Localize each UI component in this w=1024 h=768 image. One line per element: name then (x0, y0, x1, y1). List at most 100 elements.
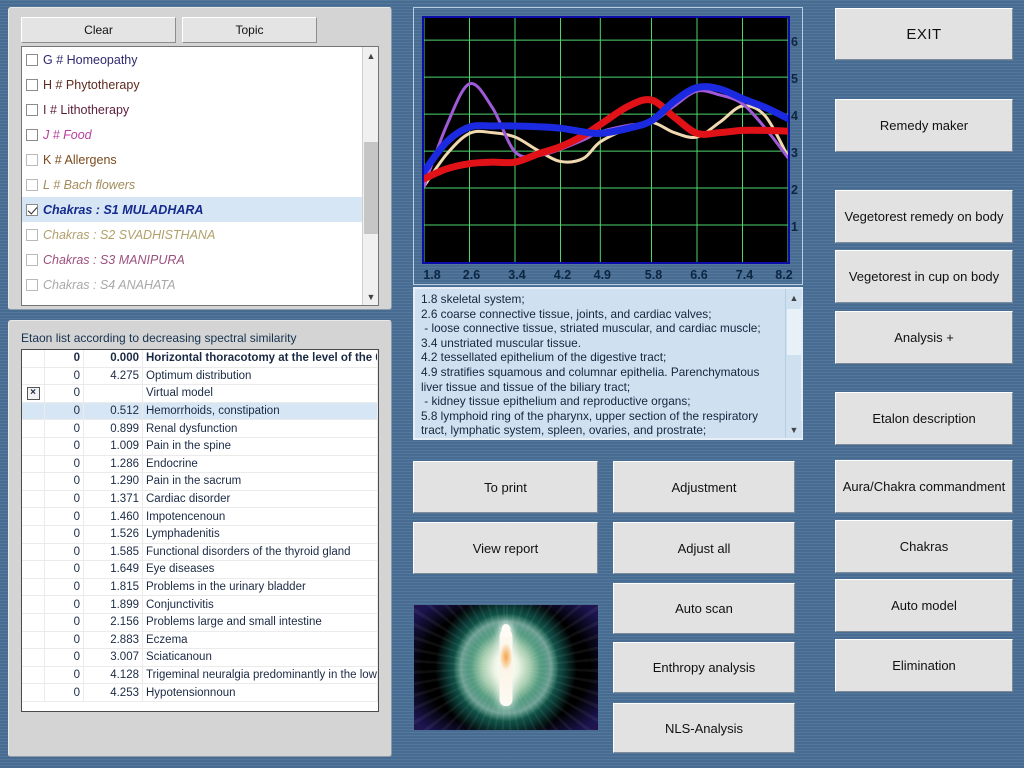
clear-button[interactable]: Clear (21, 17, 176, 43)
row-marker-cell[interactable] (22, 367, 45, 385)
table-row[interactable]: ×0Virtual model (22, 385, 378, 403)
chevron-up-icon[interactable]: ▲ (363, 47, 379, 64)
aura-body-image[interactable] (414, 605, 598, 730)
checkbox[interactable] (26, 54, 38, 66)
table-row[interactable]: 01.009Pain in the spine (22, 437, 378, 455)
view-report-button[interactable]: View report (413, 522, 598, 574)
table-row[interactable]: 03.007Sciaticanoun (22, 649, 378, 667)
topic-list-item[interactable]: Chakras : S1 MULADHARA (22, 197, 362, 222)
topic-list-item[interactable]: Chakras : S4 ANAHATA (22, 272, 362, 297)
etalon-table-container[interactable]: 00.000Horizontal thoracotomy at the leve… (21, 349, 379, 712)
checkbox[interactable] (26, 79, 38, 91)
checkbox[interactable] (26, 154, 38, 166)
table-row[interactable]: 01.815Problems in the urinary bladder (22, 578, 378, 596)
row-marker-cell[interactable] (22, 684, 45, 702)
table-row[interactable]: 01.899Conjunctivitis (22, 596, 378, 614)
auto-model-button[interactable]: Auto model (835, 579, 1013, 632)
chevron-down-icon[interactable]: ▼ (363, 288, 379, 305)
table-row[interactable]: 04.128Trigeminal neuralgia predominantly… (22, 666, 378, 684)
row-name-cell: Hemorrhoids, constipation (143, 402, 378, 420)
row-marker-cell[interactable] (22, 666, 45, 684)
chakras-button[interactable]: Chakras (835, 520, 1013, 573)
exit-button[interactable]: EXIT (835, 8, 1013, 60)
topic-list-item[interactable]: K # Allergens (22, 147, 362, 172)
adjust-all-button[interactable]: Adjust all (613, 522, 795, 574)
aura-chakra-commandment-button[interactable]: Aura/Chakra commandment (835, 460, 1013, 513)
chevron-down-icon[interactable]: ▼ (786, 421, 802, 438)
table-row[interactable]: 01.585Functional disorders of the thyroi… (22, 543, 378, 561)
row-marker-cell[interactable] (22, 631, 45, 649)
etalon-description-box[interactable]: 1.8 skeletal system; 2.6 coarse connecti… (413, 287, 803, 440)
checkbox[interactable] (26, 279, 38, 291)
spectrum-chart[interactable]: 123456 1.82.63.44.24.95.86.67.48.2 (413, 7, 803, 285)
table-row[interactable]: 02.156Problems large and small intestine (22, 613, 378, 631)
checkbox[interactable] (26, 229, 38, 241)
analysis-plus-button[interactable]: Analysis + (835, 311, 1013, 364)
table-row[interactable]: 02.883Eczema (22, 631, 378, 649)
row-marker-cell[interactable] (22, 508, 45, 526)
topic-list-item-label: G # Homeopathy (43, 53, 138, 67)
checkbox[interactable] (26, 179, 38, 191)
scrollbar-thumb[interactable] (364, 142, 378, 234)
table-row[interactable]: 00.899Renal dysfunction (22, 420, 378, 438)
topic-list-item[interactable]: I # Lithotherapy (22, 97, 362, 122)
checkbox[interactable] (26, 204, 38, 216)
row-marker-cell[interactable] (22, 350, 45, 367)
row-marker-cell[interactable] (22, 613, 45, 631)
etalon-description-button[interactable]: Etalon description (835, 392, 1013, 445)
table-row[interactable]: 01.371Cardiac disorder (22, 490, 378, 508)
chart-plot-area[interactable] (422, 16, 790, 264)
row-marker-cell[interactable] (22, 437, 45, 455)
elimination-button[interactable]: Elimination (835, 639, 1013, 692)
row-marker-cell[interactable] (22, 578, 45, 596)
scrollbar-thumb[interactable] (787, 309, 801, 355)
topic-list-scrollbar[interactable]: ▲ ▼ (362, 47, 378, 305)
row-marker-cell[interactable] (22, 649, 45, 667)
topic-list-item[interactable]: H # Phytotherapy (22, 72, 362, 97)
checkbox[interactable] (26, 254, 38, 266)
row-marker-cell[interactable] (22, 596, 45, 614)
table-row[interactable]: 01.649Eye diseases (22, 561, 378, 579)
nls-analysis-button[interactable]: NLS-Analysis (613, 703, 795, 753)
table-row[interactable]: 04.275Optimum distribution (22, 367, 378, 385)
table-row[interactable]: 01.526Lymphadenitis (22, 525, 378, 543)
checkbox[interactable] (26, 104, 38, 116)
row-marker-cell[interactable] (22, 420, 45, 438)
table-row[interactable]: 01.460Impotencenoun (22, 508, 378, 526)
row-marker-cell[interactable]: × (22, 385, 45, 403)
row-marker-cell[interactable] (22, 455, 45, 473)
vegetorest-remedy-on-body-button[interactable]: Vegetorest remedy on body (835, 190, 1013, 243)
chevron-up-icon[interactable]: ▲ (786, 289, 802, 306)
topic-list-item[interactable]: J # Food (22, 122, 362, 147)
enthropy-analysis-button[interactable]: Enthropy analysis (613, 642, 795, 693)
table-row[interactable]: 01.290Pain in the sacrum (22, 473, 378, 491)
chart-y-tick-label: 4 (791, 109, 798, 123)
row-marker-cell[interactable] (22, 473, 45, 491)
row-marker-cell[interactable] (22, 402, 45, 420)
topic-list-item[interactable]: L # Bach flowers (22, 172, 362, 197)
close-icon[interactable]: × (27, 387, 40, 400)
vegetorest-in-cup-on-body-button[interactable]: Vegetorest in cup on body (835, 250, 1013, 303)
row-marker-cell[interactable] (22, 490, 45, 508)
table-row[interactable]: 01.286Endocrine (22, 455, 378, 473)
topic-button[interactable]: Topic (182, 17, 317, 43)
topic-list-item[interactable]: Chakras : S3 MANIPURA (22, 247, 362, 272)
table-row[interactable]: 00.512Hemorrhoids, constipation (22, 402, 378, 420)
adjustment-button[interactable]: Adjustment (613, 461, 795, 513)
topic-list-item[interactable]: G # Homeopathy (22, 47, 362, 72)
table-row[interactable]: 00.000Horizontal thoracotomy at the leve… (22, 350, 378, 367)
auto-scan-button[interactable]: Auto scan (613, 583, 795, 634)
chart-svg (424, 18, 788, 262)
aura-human-silhouette (500, 629, 513, 707)
checkbox[interactable] (26, 129, 38, 141)
remedy-maker-button[interactable]: Remedy maker (835, 99, 1013, 152)
table-row[interactable]: 04.253Hypotensionnoun (22, 684, 378, 702)
row-count-cell: 0 (45, 684, 84, 702)
row-marker-cell[interactable] (22, 543, 45, 561)
topic-list-item[interactable]: Chakras : S2 SVADHISTHANA (22, 222, 362, 247)
to-print-button[interactable]: To print (413, 461, 598, 513)
row-marker-cell[interactable] (22, 525, 45, 543)
description-scrollbar[interactable]: ▲ ▼ (785, 289, 801, 438)
topic-list[interactable]: G # Homeopathy H # PhytotherapyI # Lithot… (21, 46, 379, 306)
row-marker-cell[interactable] (22, 561, 45, 579)
